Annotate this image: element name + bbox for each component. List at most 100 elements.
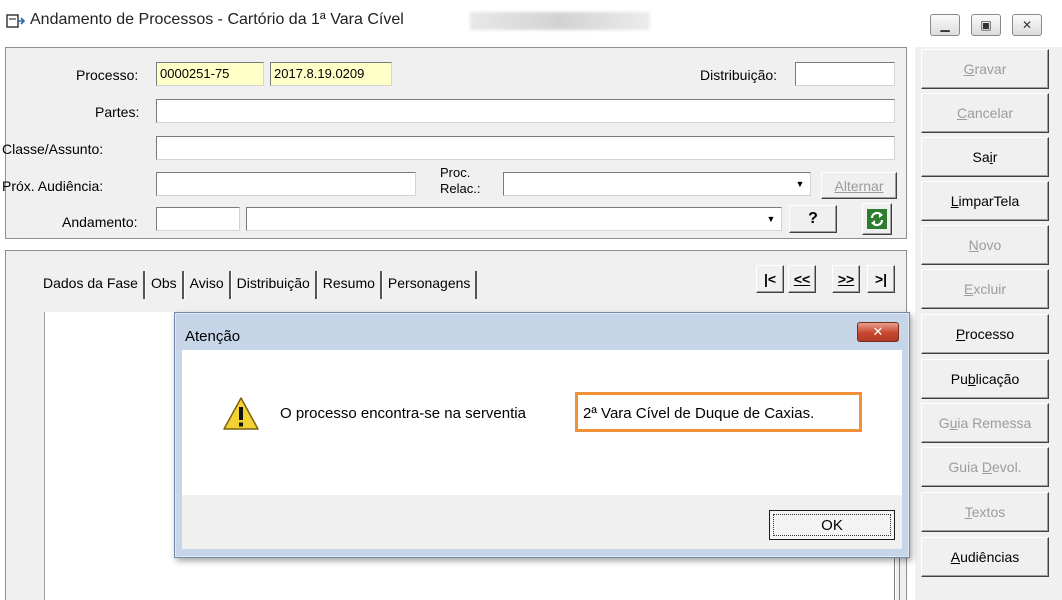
tab-distribuicao[interactable]: Distribuição	[230, 271, 317, 299]
andamento-select[interactable]: ▼	[246, 207, 782, 231]
nav-last-icon: >|	[874, 271, 888, 287]
tab-resumo[interactable]: Resumo	[316, 271, 382, 299]
process-form: Processo: 0000251-75 2017.8.19.0209 Dist…	[2, 47, 907, 239]
proc-relac-label: Proc.	[440, 165, 471, 180]
sidebar-button-5[interactable]: Excluir	[921, 269, 1049, 309]
sidebar-button-label: Sair	[973, 149, 998, 165]
dialog-body: O processo encontra-se na serventia 2ª V…	[182, 350, 902, 495]
label-accelerator: C	[956, 105, 968, 121]
distribuicao-label: Distribuição:	[700, 67, 778, 83]
close-icon: ✕	[872, 324, 884, 340]
label-accelerator: b	[967, 371, 976, 387]
nav-last-button[interactable]: >|	[867, 265, 895, 293]
label-part: xcluir	[973, 281, 1006, 297]
sidebar-button-label: Publicação	[951, 371, 1020, 387]
partes-field[interactable]	[156, 99, 895, 123]
label-part: ravar	[974, 61, 1007, 77]
ok-button[interactable]: OK	[769, 510, 895, 540]
dialog-location: 2ª Vara Cível de Duque de Caxias.	[583, 405, 815, 422]
tab-aviso[interactable]: Aviso	[183, 271, 231, 299]
proc-relac-label-2: Relac.:	[440, 181, 481, 196]
ok-label: OK	[821, 516, 843, 534]
sidebar-button-label: Guia Remessa	[939, 415, 1032, 431]
alternar-button[interactable]: Alternar	[821, 172, 897, 199]
sidebar-button-2[interactable]: Sair	[921, 137, 1049, 177]
classe-assunto-field[interactable]	[156, 136, 895, 160]
processo-code-field[interactable]: 2017.8.19.0209	[270, 62, 392, 86]
sidebar-button-10[interactable]: Textos	[921, 492, 1049, 532]
dialog-close-button[interactable]: ✕	[857, 322, 899, 342]
chevron-down-icon[interactable]: ▼	[792, 176, 808, 192]
sidebar-button-7[interactable]: Publicação	[921, 359, 1049, 399]
andamento-code-field[interactable]	[156, 207, 240, 231]
audiencia-field[interactable]	[156, 172, 416, 196]
label-part: udiências	[960, 549, 1020, 565]
tab-strip: Dados da Fase Obs Aviso Distribuição Res…	[38, 271, 478, 299]
dialog-message: O processo encontra-se na serventia	[280, 405, 526, 422]
nav-first-button[interactable]: |<	[756, 265, 784, 293]
nav-next-icon: >>	[837, 271, 855, 287]
action-sidebar: Gravar Cancelar Sair LimparTela Novo Excluir P…	[915, 47, 1062, 600]
tab-dados-da-fase[interactable]: Dados da Fase	[38, 271, 145, 299]
window-titlebar: Andamento de Processos - Cartório da 1ª …	[0, 0, 1062, 42]
sidebar-button-label: LimparTela	[951, 193, 1020, 209]
sidebar-button-label: Gravar	[964, 61, 1007, 77]
label-accelerator: D	[981, 459, 992, 475]
label-part: Guia	[948, 459, 982, 475]
close-window-button[interactable]: ✕	[1012, 14, 1042, 36]
maximize-button[interactable]: ▣	[971, 14, 1001, 36]
sidebar-button-0[interactable]: Gravar	[921, 49, 1049, 89]
processo-label: Processo:	[76, 67, 139, 83]
tab-obs[interactable]: Obs	[144, 271, 184, 299]
label-part: extos	[971, 504, 1006, 520]
sidebar-button-label: Excluir	[964, 281, 1006, 297]
label-part: imparTela	[958, 193, 1020, 209]
label-part: G	[938, 415, 950, 431]
sidebar-button-4[interactable]: Novo	[921, 225, 1049, 265]
help-button[interactable]: ?	[789, 205, 837, 233]
sidebar-button-6[interactable]: Processo	[921, 314, 1049, 354]
label-part: Sa	[972, 149, 990, 165]
redacted-title-part	[470, 12, 650, 30]
tab-personagens[interactable]: Personagens	[381, 271, 478, 299]
sidebar-button-label: Processo	[956, 326, 1014, 342]
nav-first-icon: |<	[763, 271, 777, 287]
sidebar-button-8[interactable]: Guia Remessa	[921, 403, 1049, 443]
audiencia-label: Próx. Audiência:	[2, 178, 104, 194]
label-accelerator: N	[968, 237, 979, 253]
nav-next-button[interactable]: >>	[832, 265, 860, 293]
label-accelerator: T	[964, 504, 972, 520]
nav-prev-button[interactable]: <<	[788, 265, 816, 293]
label-part: ovo	[978, 237, 1002, 253]
help-icon: ?	[808, 210, 818, 227]
label-part: evol.	[992, 459, 1022, 475]
dialog-title: Atenção	[185, 328, 241, 345]
label-accelerator: P	[955, 326, 966, 342]
distribuicao-field[interactable]	[795, 62, 895, 86]
partes-label: Partes:	[95, 104, 140, 120]
window-title: Andamento de Processos - Cartório da 1ª …	[30, 11, 404, 28]
app-icon	[6, 14, 26, 28]
alternar-label: Alternar	[834, 177, 884, 194]
label-part: ancelar	[967, 105, 1014, 121]
sidebar-button-1[interactable]: Cancelar	[921, 93, 1049, 133]
minimize-button[interactable]: ▁	[930, 14, 960, 36]
sidebar-button-11[interactable]: Audiências	[921, 537, 1049, 577]
label-part: licação	[975, 371, 1020, 387]
label-accelerator: G	[963, 61, 975, 77]
processo-number-field[interactable]: 0000251-75	[156, 62, 264, 86]
nav-prev-icon: <<	[793, 271, 811, 287]
refresh-icon	[867, 209, 887, 229]
sidebar-button-9[interactable]: Guia Devol.	[921, 447, 1049, 487]
refresh-button[interactable]	[862, 203, 892, 235]
sidebar-button-label: Audiências	[951, 549, 1020, 565]
classe-assunto-label: Classe/Assunto:	[2, 141, 104, 157]
label-accelerator: A	[950, 549, 961, 565]
sidebar-button-3[interactable]: LimparTela	[921, 181, 1049, 221]
chevron-down-icon[interactable]: ▼	[763, 211, 779, 227]
proc-relac-select[interactable]: ▼	[503, 172, 811, 196]
maximize-icon: ▣	[980, 18, 992, 32]
close-icon: ✕	[1021, 18, 1033, 32]
sidebar-button-label: Novo	[969, 237, 1002, 253]
sidebar-button-label: Textos	[965, 504, 1005, 520]
